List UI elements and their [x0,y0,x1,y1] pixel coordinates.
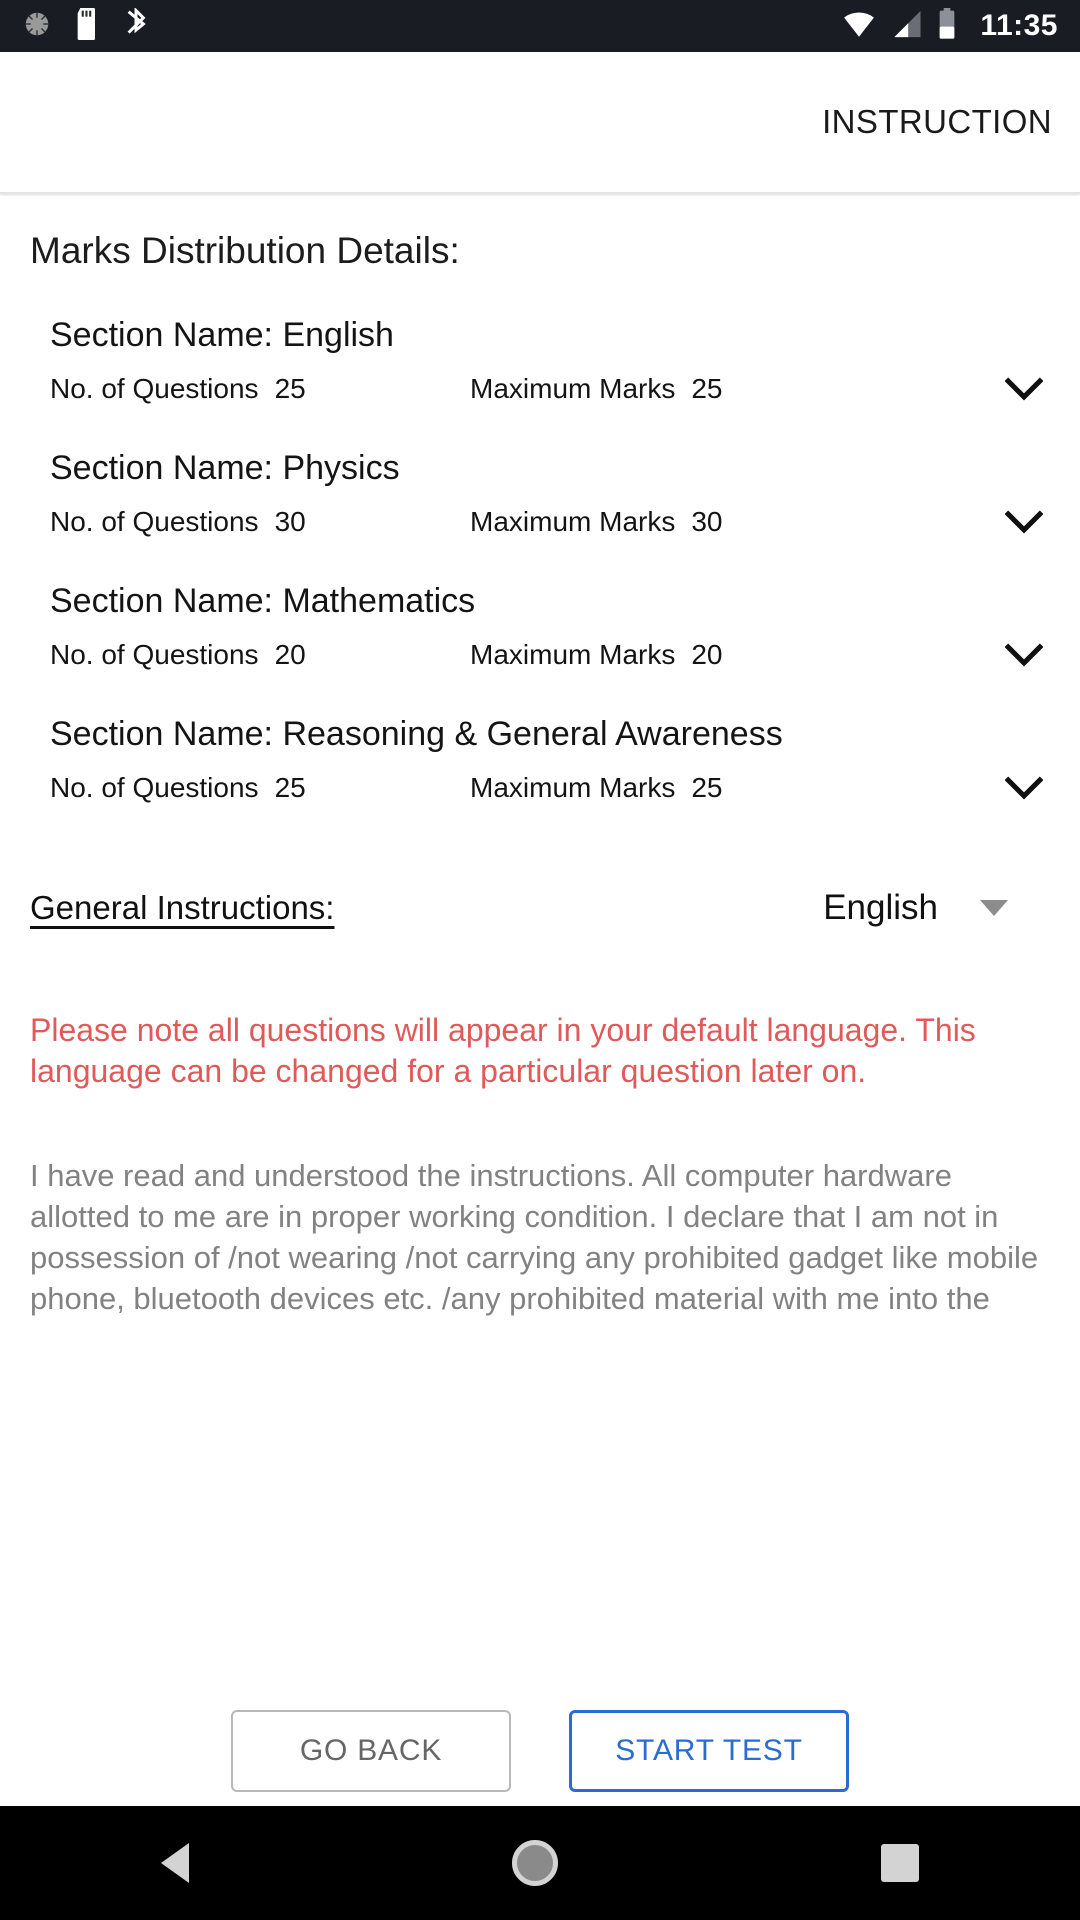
marks-section-row[interactable]: Section Name: Physics No. of Questions 30… [0,449,1080,538]
nav-back-icon[interactable] [161,1843,190,1883]
marks-cell: Maximum Marks 30 [470,506,998,538]
general-instructions-label: General Instructions: [30,889,335,926]
status-bar: 11:35 [0,0,1080,52]
section-detail-row: No. of Questions 20 Maximum Marks 20 [50,639,1050,671]
marks-cell: Maximum Marks 25 [470,373,998,405]
nav-home-icon[interactable] [511,1840,558,1886]
section-name-prefix: Section Name: [50,449,283,487]
marks-section-row[interactable]: Section Name: Mathematics No. of Questio… [0,582,1080,671]
declaration-text: I have read and understood the instructi… [30,1157,1039,1316]
section-name-prefix: Section Name: [50,715,283,753]
questions-label: No. of Questions [50,373,259,404]
marks-label: Maximum Marks [470,772,676,803]
dropdown-caret-icon [980,900,1008,916]
chevron-down-icon[interactable] [998,643,1050,667]
language-dropdown[interactable]: English [823,888,1050,928]
marks-value: 30 [691,506,723,537]
marks-value: 25 [691,772,723,803]
marks-section-row[interactable]: Section Name: Reasoning & General Awaren… [0,715,1080,804]
app-bar-title: INSTRUCTION [822,103,1052,140]
section-detail-row: No. of Questions 25 Maximum Marks 25 [50,772,1050,804]
cellular-signal-icon [890,9,922,44]
nav-recents-icon[interactable] [880,1844,919,1882]
section-name-value: Reasoning & General Awareness [282,715,783,753]
questions-value: 30 [274,506,306,537]
app-bar: INSTRUCTION [0,52,1080,194]
questions-label: No. of Questions [50,639,259,670]
questions-value: 25 [274,772,306,803]
marks-cell: Maximum Marks 20 [470,639,998,671]
section-name-value: Mathematics [282,582,476,620]
battery-icon [936,7,958,45]
questions-label: No. of Questions [50,772,259,803]
section-name: Section Name: Reasoning & General Awaren… [50,715,1050,754]
instruction-scroll-content[interactable]: Marks Distribution Details: Section Name… [0,196,1080,1356]
status-bar-clock: 11:35 [980,9,1058,42]
chevron-down-icon[interactable] [998,377,1050,401]
page-title: Marks Distribution Details: [30,230,460,271]
marks-label: Maximum Marks [470,639,676,670]
section-name-prefix: Section Name: [50,316,283,354]
marks-label: Maximum Marks [470,506,676,537]
bluetooth-disabled-icon [122,6,150,45]
questions-cell: No. of Questions 30 [50,506,470,538]
language-warning-text: Please note all questions will appear in… [30,1012,976,1089]
start-test-button[interactable]: START TEST [569,1710,849,1792]
questions-value: 20 [274,639,306,670]
status-bar-left-icons [22,6,150,45]
section-name: Section Name: English [50,316,1050,355]
section-detail-row: No. of Questions 30 Maximum Marks 30 [50,506,1050,538]
section-name-value: Physics [282,449,400,487]
phone-screen: 11:35 INSTRUCTION Marks Distribution Det… [0,0,1080,1920]
wifi-icon [842,9,876,44]
section-name: Section Name: Mathematics [50,582,1050,621]
general-instructions-row: General Instructions: English [30,888,1050,928]
marks-cell: Maximum Marks 25 [470,772,998,804]
questions-cell: No. of Questions 25 [50,772,470,804]
sd-card-icon [74,7,100,45]
questions-label: No. of Questions [50,506,259,537]
section-name-prefix: Section Name: [50,582,283,620]
questions-value: 25 [274,373,306,404]
section-detail-row: No. of Questions 25 Maximum Marks 25 [50,373,1050,405]
go-back-button[interactable]: GO BACK [231,1710,511,1792]
chevron-down-icon[interactable] [998,776,1050,800]
sync-progress-icon [22,9,52,44]
questions-cell: No. of Questions 25 [50,373,470,405]
section-name-value: English [282,316,394,354]
marks-value: 20 [691,639,723,670]
language-dropdown-value: English [823,888,938,927]
android-navigation-bar [0,1806,1080,1920]
chevron-down-icon[interactable] [998,510,1050,534]
section-name: Section Name: Physics [50,449,1050,488]
questions-cell: No. of Questions 20 [50,639,470,671]
status-bar-right-icons: 11:35 [842,7,1058,45]
marks-section-row[interactable]: Section Name: English No. of Questions 25… [0,316,1080,405]
marks-label: Maximum Marks [470,373,676,404]
bottom-action-bar: GO BACK START TEST [0,1696,1080,1806]
marks-value: 25 [691,373,723,404]
